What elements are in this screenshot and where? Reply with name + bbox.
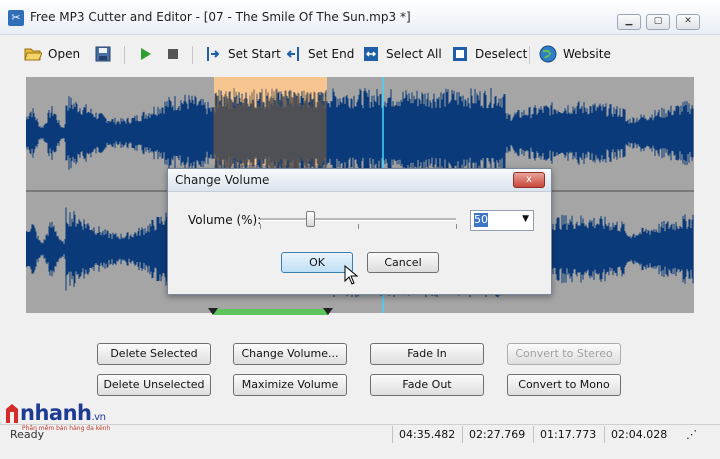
cursor-position: 02:04.028 xyxy=(604,426,675,443)
chevron-down-icon[interactable]: ▼ xyxy=(522,214,529,224)
set-end-label: Set End xyxy=(308,47,355,61)
fade-out-button[interactable]: Fade Out xyxy=(370,374,484,396)
maximize-volume-button[interactable]: Maximize Volume xyxy=(233,374,347,396)
volume-value: 50 xyxy=(474,213,488,227)
selection-end-marker[interactable] xyxy=(323,308,333,315)
dialog-close-button[interactable]: x xyxy=(513,172,545,188)
fade-in-button[interactable]: Fade In xyxy=(370,343,484,365)
set-start-icon xyxy=(204,45,222,63)
minimize-icon[interactable]: ▁ xyxy=(617,14,641,30)
set-start-label: Set Start xyxy=(228,47,281,61)
volume-slider[interactable] xyxy=(260,218,456,221)
toolbar: Open Set Start Set End Select All Desele… xyxy=(0,38,720,70)
title-bar: ✂ Free MP3 Cutter and Editor - [07 - The… xyxy=(0,0,720,35)
save-button[interactable] xyxy=(94,42,118,66)
mouse-pointer-icon xyxy=(344,265,358,285)
set-start-button[interactable]: Set Start xyxy=(204,42,281,66)
volume-label: Volume (%): xyxy=(188,213,262,227)
toolbar-separator xyxy=(124,46,125,64)
folder-open-icon xyxy=(24,45,42,63)
volume-slider-thumb[interactable] xyxy=(306,211,315,227)
play-icon xyxy=(136,45,154,63)
dialog-title: Change Volume xyxy=(175,173,270,187)
toolbar-separator xyxy=(192,46,193,64)
delete-unselected-button[interactable]: Delete Unselected xyxy=(97,374,211,396)
window-title: Free MP3 Cutter and Editor - [07 - The S… xyxy=(30,10,411,24)
stop-button[interactable] xyxy=(164,42,188,66)
watermark-brand-text: nhanh xyxy=(20,401,92,425)
delete-selected-button[interactable]: Delete Selected xyxy=(97,343,211,365)
watermark-tagline: Phần mềm bán hàng đa kênh xyxy=(22,425,111,432)
select-all-icon xyxy=(362,45,380,63)
convert-to-stereo-button[interactable]: Convert to Stereo xyxy=(507,343,621,365)
app-window: ✂ Free MP3 Cutter and Editor - [07 - The… xyxy=(0,0,720,459)
watermark-logo-icon xyxy=(6,404,18,423)
website-button[interactable]: Website xyxy=(539,42,611,66)
deselect-label: Deselect xyxy=(475,47,528,61)
slider-tick xyxy=(358,224,359,229)
ok-button[interactable]: OK xyxy=(281,252,353,273)
app-logo-icon: ✂ xyxy=(8,10,24,26)
slider-tick xyxy=(456,224,457,229)
set-end-icon xyxy=(284,45,302,63)
deselect-icon xyxy=(451,45,469,63)
save-icon xyxy=(94,45,112,63)
dialog-title-bar: Change Volume x xyxy=(168,169,551,192)
cancel-button[interactable]: Cancel xyxy=(367,252,439,273)
globe-icon xyxy=(539,45,557,63)
open-button[interactable]: Open xyxy=(24,42,80,66)
stop-icon xyxy=(164,45,182,63)
maximize-icon[interactable]: ▢ xyxy=(646,14,670,30)
set-end-button[interactable]: Set End xyxy=(284,42,354,66)
play-button[interactable] xyxy=(136,42,160,66)
selection-range-bar xyxy=(214,309,328,315)
watermark-brand: nhanh.vn xyxy=(20,401,106,425)
volume-combo[interactable]: 50 ▼ xyxy=(470,210,534,231)
selection-start-marker[interactable] xyxy=(208,308,218,315)
toolbar-separator xyxy=(529,46,530,64)
waveform-left-channel xyxy=(26,88,694,178)
website-label: Website xyxy=(563,47,611,61)
convert-to-mono-button[interactable]: Convert to Mono xyxy=(507,374,621,396)
slider-tick xyxy=(260,224,261,229)
deselect-button[interactable]: Deselect xyxy=(451,42,527,66)
close-icon[interactable]: ✕ xyxy=(676,14,700,30)
open-label: Open xyxy=(48,47,81,61)
select-all-button[interactable]: Select All xyxy=(362,42,442,66)
change-volume-dialog: Change Volume x Volume (%): 50 ▼ OK Canc… xyxy=(167,168,552,295)
selection-length: 01:17.773 xyxy=(533,426,600,443)
select-all-label: Select All xyxy=(386,47,442,61)
selection-start-time: 02:27.769 xyxy=(462,426,535,443)
watermark-suffix: .vn xyxy=(91,412,106,423)
resize-grip-icon[interactable]: ⋰ xyxy=(680,426,706,443)
change-volume-button[interactable]: Change Volume... xyxy=(233,343,347,365)
